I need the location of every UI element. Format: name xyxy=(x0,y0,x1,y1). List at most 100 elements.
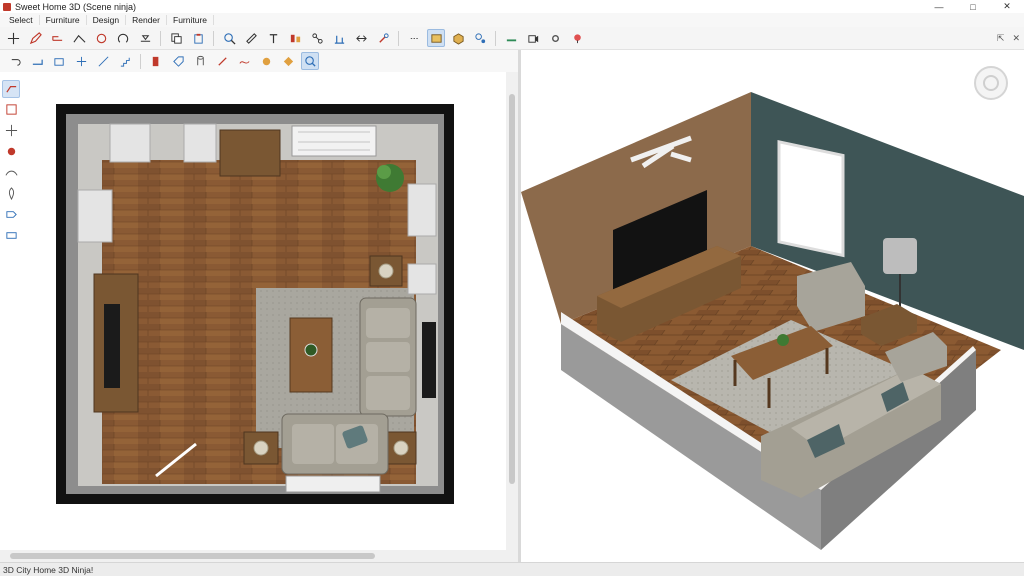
rotate-button[interactable] xyxy=(92,29,110,47)
curtain-left xyxy=(109,123,151,163)
palette-furniture-button[interactable] xyxy=(2,143,20,161)
door-button[interactable] xyxy=(147,52,165,70)
add-room-button[interactable] xyxy=(50,52,68,70)
texture-icon xyxy=(262,57,270,65)
zoom-in-button[interactable] xyxy=(220,29,238,47)
copy-icon xyxy=(170,32,182,44)
move-button[interactable] xyxy=(72,52,90,70)
group-button[interactable] xyxy=(308,29,326,47)
group-icon xyxy=(311,32,323,44)
tool-palette xyxy=(0,78,22,248)
move-icon xyxy=(76,56,86,66)
pencil-icon xyxy=(29,31,42,44)
palette-label-button[interactable] xyxy=(2,206,20,224)
dimension-icon xyxy=(140,34,150,42)
right-panel xyxy=(422,322,436,398)
door-icon xyxy=(152,56,158,66)
preferences-button[interactable] xyxy=(546,29,564,47)
menu-furniture-2[interactable]: Furniture xyxy=(167,15,215,25)
app-logo-icon xyxy=(3,2,11,11)
flip-button[interactable] xyxy=(352,29,370,47)
material-button[interactable] xyxy=(279,52,297,70)
curtain-mid xyxy=(183,123,217,163)
3d-box-button[interactable] xyxy=(449,29,467,47)
minimize-button[interactable]: — xyxy=(922,0,956,13)
menu-render[interactable]: Render xyxy=(126,15,167,25)
select-tool-button[interactable] xyxy=(4,29,22,47)
plan-view-button[interactable] xyxy=(427,29,445,47)
palette-dimension-button[interactable] xyxy=(2,227,20,245)
zoom-fit-button[interactable] xyxy=(301,52,319,70)
status-text: 3D City Home 3D Ninja! xyxy=(3,564,94,575)
toolbar-separator xyxy=(213,30,214,46)
dimension-button[interactable] xyxy=(136,29,154,47)
text-button[interactable] xyxy=(264,29,282,47)
wrench-icon xyxy=(378,32,389,43)
measure-button[interactable] xyxy=(242,29,260,47)
toolbar-separator xyxy=(495,30,496,46)
undo-icon xyxy=(11,58,21,66)
resize-button[interactable] xyxy=(94,52,112,70)
top-window xyxy=(291,125,377,157)
scrollbar-thumb[interactable] xyxy=(10,553,375,559)
add-wall-button[interactable] xyxy=(28,52,46,70)
text-icon xyxy=(269,33,277,43)
copy-button[interactable] xyxy=(167,29,185,47)
close-button[interactable]: ✕ xyxy=(990,0,1024,13)
tag-icon xyxy=(172,55,184,67)
align-button[interactable] xyxy=(330,29,348,47)
window-controls: — □ ✕ xyxy=(922,0,1024,13)
polyline-icon xyxy=(72,34,85,43)
import-furniture-button[interactable] xyxy=(286,29,304,47)
menu-furniture[interactable]: Furniture xyxy=(40,15,87,25)
undo-button[interactable] xyxy=(6,52,24,70)
draw-wall-button[interactable] xyxy=(26,29,44,47)
status-bar: 3D City Home 3D Ninja! xyxy=(0,562,1024,576)
menu-select[interactable]: Select xyxy=(3,15,40,25)
texture-button[interactable] xyxy=(257,52,275,70)
photo-button[interactable] xyxy=(471,29,489,47)
maximize-button[interactable]: □ xyxy=(956,0,990,13)
video-button[interactable] xyxy=(524,29,542,47)
cylinder-button[interactable] xyxy=(191,52,209,70)
detach-3d-button[interactable]: ⇱ xyxy=(997,33,1005,44)
align-icon xyxy=(334,35,344,44)
arrow-cross-icon xyxy=(7,32,19,44)
palette-select-button[interactable] xyxy=(2,122,20,140)
create-room-button[interactable] xyxy=(48,29,66,47)
paste-button[interactable] xyxy=(189,29,207,47)
close-3d-button[interactable]: ✕ xyxy=(1012,33,1020,44)
more-tools-button[interactable] xyxy=(405,29,423,47)
label-button[interactable] xyxy=(169,52,187,70)
plan-toolbar xyxy=(0,50,518,72)
palette-wall-button[interactable] xyxy=(2,79,20,98)
palette-room-button[interactable] xyxy=(2,101,20,119)
stairs-button[interactable] xyxy=(116,52,134,70)
polyline-button[interactable] xyxy=(70,29,88,47)
curtain-side xyxy=(77,189,113,243)
palette-arc-button[interactable] xyxy=(2,164,20,182)
curtain-right xyxy=(407,183,437,237)
plan-vertical-scrollbar[interactable] xyxy=(506,72,518,550)
line-button[interactable] xyxy=(213,52,231,70)
curve-icon xyxy=(238,60,250,64)
curve-button[interactable] xyxy=(235,52,253,70)
plan-view[interactable] xyxy=(0,72,506,550)
flip-icon xyxy=(355,34,367,42)
navigation-compass[interactable] xyxy=(974,66,1008,100)
arc-button[interactable] xyxy=(114,29,132,47)
plan-horizontal-scrollbar[interactable] xyxy=(0,550,518,562)
tv xyxy=(104,304,120,388)
modify-button[interactable] xyxy=(374,29,392,47)
toolbar-separator xyxy=(398,30,399,46)
scrollbar-thumb[interactable] xyxy=(509,94,515,484)
curtain-right-2 xyxy=(407,263,437,295)
help-button[interactable] xyxy=(568,29,586,47)
menu-design[interactable]: Design xyxy=(87,15,127,25)
3d-view[interactable] xyxy=(521,50,1024,562)
menu-bar: Select Furniture Design Render Furniture xyxy=(0,13,1024,27)
palette-pin-button[interactable] xyxy=(2,185,20,203)
virtual-visit-button[interactable] xyxy=(502,29,520,47)
wall-draw-icon xyxy=(5,86,16,93)
window-3d xyxy=(777,140,845,258)
